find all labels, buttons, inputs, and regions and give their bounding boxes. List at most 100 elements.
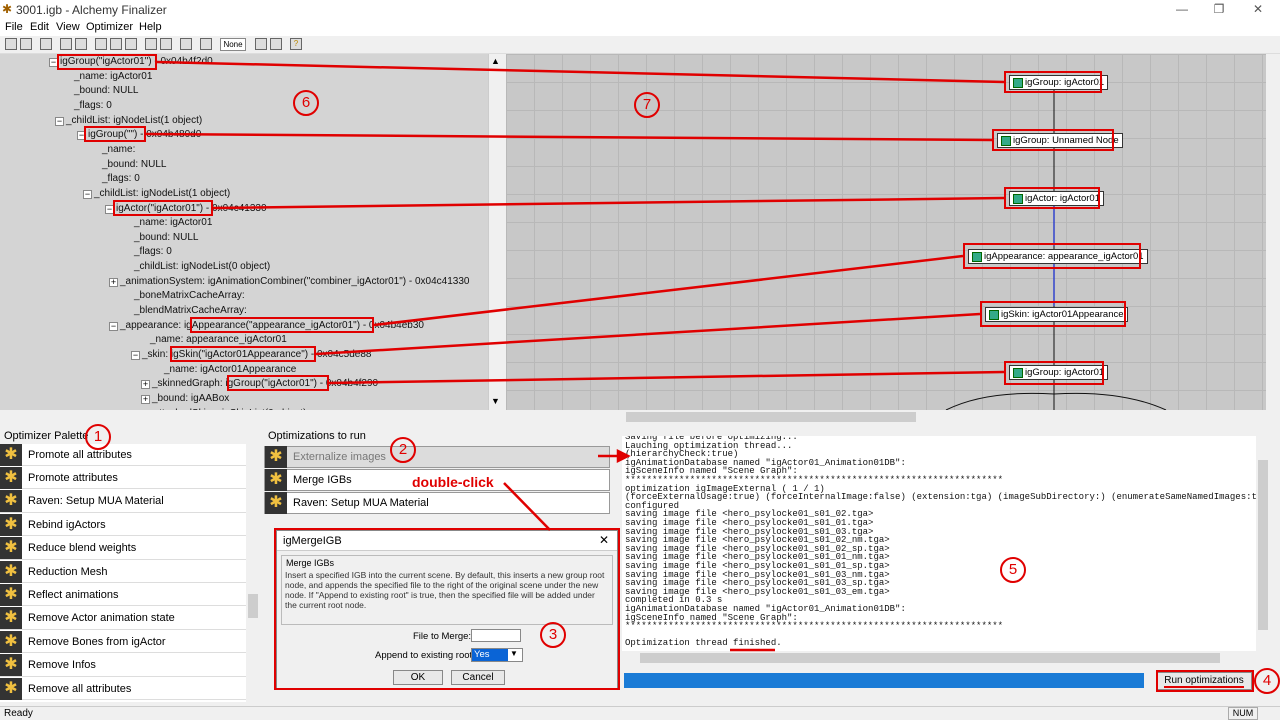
menu-edit[interactable]: Edit (30, 21, 49, 33)
log-vertical-scrollbar[interactable] (1256, 436, 1270, 651)
maximize-button[interactable]: ❐ (1207, 2, 1231, 18)
palette-item-label: Promote attributes (28, 471, 118, 484)
tree-horizontal-scrollbar[interactable] (0, 410, 504, 424)
palette-item[interactable]: ✱ Reflect animations (0, 583, 246, 607)
palette-item[interactable]: ✱ Promote attributes (0, 466, 246, 490)
tree-node[interactable]: _bound: igAABox (152, 393, 229, 404)
highlight-node-actor (1004, 187, 1100, 209)
tree-node[interactable]: _name: igActor01 (134, 217, 212, 228)
tree-node[interactable]: _bound: NULL (74, 85, 139, 96)
tree-node[interactable]: _childList: igNodeList(1 object) (66, 115, 202, 126)
collapse-icon[interactable]: − (55, 116, 64, 126)
refresh-icon[interactable] (180, 38, 192, 50)
palette-item[interactable]: ✱ Rebind igActors (0, 513, 246, 537)
menu-view[interactable]: View (56, 21, 80, 33)
tree-node[interactable]: _animationSystem: igAnimationCombiner("c… (120, 276, 470, 287)
tree-node[interactable]: _name: appearance_igActor01 (150, 334, 287, 345)
palette-scroll-thumb[interactable] (248, 594, 258, 618)
optimizer-icon: ✱ (0, 607, 22, 630)
collapse-icon[interactable]: − (131, 351, 140, 360)
double-click-annotation: double-click (412, 474, 494, 490)
minimize-button[interactable]: — (1170, 2, 1194, 18)
num-lock-indicator: NUM (1228, 707, 1258, 720)
tree-node[interactable]: _flags: 0 (134, 246, 172, 257)
tree-node[interactable]: _childList: igNodeList(1 object) (94, 188, 230, 199)
callout-2: 2 (390, 437, 416, 463)
scene-graph-view[interactable] (506, 54, 1266, 410)
palette-item[interactable]: ✱ Raven: Setup MUA Material (0, 490, 246, 513)
highlight-tree-root (57, 54, 157, 70)
log-scroll-thumb[interactable] (1258, 460, 1268, 630)
palette-item[interactable]: ✱ Remove Bones from igActor (0, 630, 246, 654)
tree-node[interactable]: _childList: igNodeList(0 object) (134, 261, 270, 272)
view-icon[interactable] (200, 38, 212, 50)
graph-scroll-thumb[interactable] (626, 412, 916, 422)
tree-node[interactable]: _bound: NULL (102, 159, 167, 170)
tree-node[interactable]: _name: (102, 144, 135, 155)
scroll-down-icon[interactable]: ▼ (491, 396, 500, 406)
palette-item[interactable]: ✱ Reduce blend weights (0, 537, 246, 560)
palette-item[interactable]: ✱ Remove Actor animation state (0, 607, 246, 630)
palette-item-label: Promote all attributes (28, 448, 132, 461)
copy-icon[interactable] (110, 38, 122, 50)
log-horizontal-scrollbar[interactable] (622, 651, 1256, 665)
menu-help[interactable]: Help (139, 21, 162, 33)
tree-node[interactable]: _flags: 0 (74, 100, 112, 111)
palette-item[interactable]: ✱ Promote all attributes (0, 444, 246, 466)
optimizer-palette-list[interactable]: ✱ Promote all attributes ✱ Promote attribut… (0, 444, 246, 702)
graph-vertical-scrollbar[interactable] (1266, 54, 1280, 410)
optimization-item[interactable]: ✱ Raven: Setup MUA Material (264, 492, 610, 514)
optimizer-icon: ✱ (265, 492, 287, 514)
tree-node[interactable]: _flags: 0 (102, 173, 140, 184)
collapse-icon[interactable]: − (83, 189, 92, 199)
optimizer-icon: ✱ (0, 513, 22, 536)
callout-7: 7 (634, 92, 660, 118)
callout-1: 1 (85, 424, 111, 450)
save-icon[interactable] (20, 38, 32, 50)
optimizer-icon: ✱ (0, 466, 22, 489)
palette-item-label: Rebind igActors (28, 518, 106, 531)
optimize-icon[interactable] (145, 38, 157, 50)
tree-node[interactable]: _name: igActor01Appearance (164, 364, 296, 375)
expand-icon[interactable]: + (109, 277, 118, 287)
palette-item[interactable]: ✱ Reduction Mesh (0, 560, 246, 583)
optimizer-icon: ✱ (0, 537, 22, 560)
menu-file[interactable]: File (5, 21, 23, 33)
scroll-up-icon[interactable]: ▲ (491, 56, 500, 66)
palette-scrollbar[interactable] (246, 444, 260, 702)
expand-icon[interactable]: + (141, 380, 150, 390)
optimization-item[interactable]: ✱ Externalize images (264, 446, 610, 468)
palette-item[interactable]: ✱ Remove Infos (0, 654, 246, 677)
open-icon[interactable] (5, 38, 17, 50)
unlock-icon[interactable] (270, 38, 282, 50)
tree-node[interactable]: _bound: NULL (134, 232, 199, 243)
highlight-run-button (1156, 670, 1254, 692)
highlight-tree-actor (113, 200, 213, 216)
highlight-tree-appearance (190, 317, 374, 333)
none-toggle[interactable]: None (220, 38, 246, 51)
highlight-tree-skin (170, 346, 316, 362)
graph-horizontal-scrollbar[interactable] (506, 410, 1266, 424)
menu-bar: File Edit View Optimizer Help (0, 20, 1280, 36)
highlight-node-appearance (963, 243, 1141, 269)
highlight-dialog (274, 528, 620, 690)
lock-icon[interactable] (255, 38, 267, 50)
output-log[interactable]: Saving file before optimizing... Lauching… (622, 436, 1256, 651)
save-as-icon[interactable] (60, 38, 72, 50)
tree-node[interactable]: _blendMatrixCacheArray: (134, 305, 247, 316)
tree-node[interactable]: _boneMatrixCacheArray: (134, 290, 245, 301)
save-all-icon[interactable] (40, 38, 52, 50)
tree-vertical-scrollbar[interactable]: ▲ ▼ (488, 54, 504, 410)
collapse-icon[interactable]: − (109, 321, 118, 331)
optimize-all-icon[interactable] (160, 38, 172, 50)
menu-optimizer[interactable]: Optimizer (86, 21, 133, 33)
close-button[interactable]: ✕ (1246, 2, 1270, 18)
palette-item[interactable]: ✱ Remove all attributes (0, 677, 246, 700)
log-hscroll-thumb[interactable] (640, 653, 1220, 663)
help-icon[interactable]: ? (290, 38, 302, 50)
cut-icon[interactable] (95, 38, 107, 50)
paste-icon[interactable] (125, 38, 137, 50)
tree-node[interactable]: _name: igActor01 (74, 71, 152, 82)
export-icon[interactable] (75, 38, 87, 50)
expand-icon[interactable]: + (141, 394, 150, 404)
